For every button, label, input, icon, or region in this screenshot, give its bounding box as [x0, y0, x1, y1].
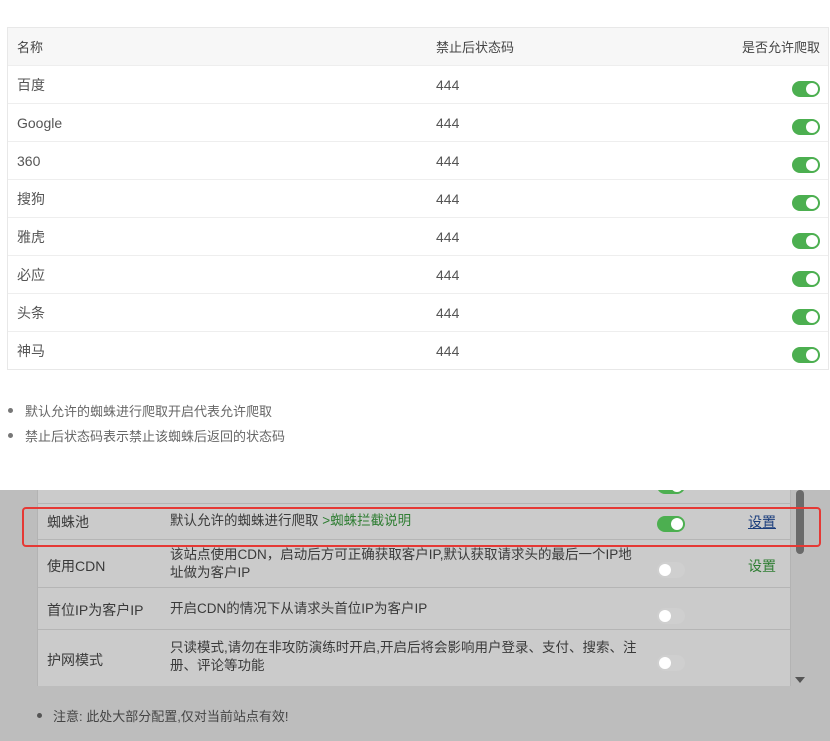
spider-name: 雅虎 [17, 228, 45, 245]
status-code: 444 [436, 342, 460, 359]
spider-name: 360 [17, 152, 41, 169]
status-code: 444 [436, 266, 460, 283]
bullet-icon [37, 713, 42, 718]
cdn-toggle[interactable] [657, 562, 685, 578]
setting-desc: 开启CDN的情况下从请求头首位IP为客户IP [170, 601, 428, 616]
allow-toggle[interactable] [792, 80, 820, 97]
spider-settings-modal: 名称 禁止后状态码 是否允许爬取 百度 444 Google 444 360 4… [0, 0, 830, 490]
site-settings-panel: 蜘蛛池 默认允许的蜘蛛进行爬取 >蜘蛛拦截说明 设置 使用CDN 该站点使用CD… [0, 490, 830, 741]
bullet-icon [8, 408, 13, 413]
settings-note: 注意: 此处大部分配置,仅对当前站点有效! [37, 706, 288, 725]
setting-name: 使用CDN [47, 558, 106, 574]
table-row: Google 444 [8, 103, 828, 141]
allow-toggle[interactable] [792, 194, 820, 211]
table-row: 头条 444 [8, 293, 828, 331]
spider-table: 名称 禁止后状态码 是否允许爬取 百度 444 Google 444 360 4… [7, 27, 829, 370]
header-code: 禁止后状态码 [436, 40, 515, 55]
allow-toggle[interactable] [792, 346, 820, 363]
setting-name: 护网模式 [47, 652, 103, 668]
status-code: 444 [436, 190, 460, 207]
table-header: 名称 禁止后状态码 是否允许爬取 [8, 28, 828, 65]
spider-name: 必应 [17, 266, 45, 283]
setting-desc: 只读模式,请勿在非攻防演练时开启,开启后将会影响用户登录、支付、搜索、注册、评论… [170, 640, 637, 673]
allow-toggle[interactable] [792, 308, 820, 325]
settings-row-first-ip: 首位IP为客户IP 开启CDN的情况下从请求头首位IP为客户IP [38, 587, 790, 630]
allow-toggle[interactable] [792, 270, 820, 287]
setting-name: 首位IP为客户IP [47, 602, 144, 618]
notes-list: 默认允许的蜘蛛进行爬取开启代表允许爬取 禁止后状态码表示禁止该蜘蛛后返回的状态码 [8, 398, 285, 448]
note-text: 禁止后状态码表示禁止该蜘蛛后返回的状态码 [25, 429, 286, 444]
allow-toggle[interactable] [792, 118, 820, 135]
header-allow: 是否允许爬取 [741, 40, 820, 55]
allow-toggle[interactable] [792, 156, 820, 173]
hw-mode-toggle[interactable] [657, 655, 685, 671]
status-code: 444 [436, 76, 460, 93]
settings-note-text: 注意: 此处大部分配置,仅对当前站点有效! [53, 709, 289, 724]
table-row: 360 444 [8, 141, 828, 179]
list-item: 默认允许的蜘蛛进行爬取开启代表允许爬取 [8, 398, 285, 423]
bullet-icon [8, 433, 13, 438]
table-row: 神马 444 [8, 331, 828, 369]
allow-toggle[interactable] [792, 232, 820, 249]
status-code: 444 [436, 152, 460, 169]
note-text: 默认允许的蜘蛛进行爬取开启代表允许爬取 [25, 404, 273, 419]
status-code: 444 [436, 304, 460, 321]
scroll-down-icon[interactable] [795, 677, 805, 683]
setting-desc: 该站点使用CDN，启动后方可正确获取客户IP,默认获取请求头的最后一个IP地址做… [170, 547, 632, 580]
status-code: 444 [436, 114, 460, 131]
list-item: 禁止后状态码表示禁止该蜘蛛后返回的状态码 [8, 423, 285, 448]
spider-name: 头条 [17, 304, 45, 321]
cdn-settings-link[interactable]: 设置 [748, 556, 776, 576]
table-row: 搜狗 444 [8, 179, 828, 217]
highlight-box [22, 507, 821, 547]
table-row: 百度 444 [8, 65, 828, 103]
spider-name: 百度 [17, 76, 45, 93]
status-code: 444 [436, 228, 460, 245]
spider-name: Google [17, 114, 63, 131]
previous-row-toggle[interactable] [657, 490, 685, 494]
spider-name: 搜狗 [17, 190, 45, 207]
header-name: 名称 [17, 40, 44, 55]
first-ip-toggle[interactable] [657, 608, 685, 624]
table-row: 雅虎 444 [8, 217, 828, 255]
spider-name: 神马 [17, 342, 45, 359]
table-row: 必应 444 [8, 255, 828, 293]
settings-row-hw-mode: 护网模式 只读模式,请勿在非攻防演练时开启,开启后将会影响用户登录、支付、搜索、… [38, 629, 790, 687]
